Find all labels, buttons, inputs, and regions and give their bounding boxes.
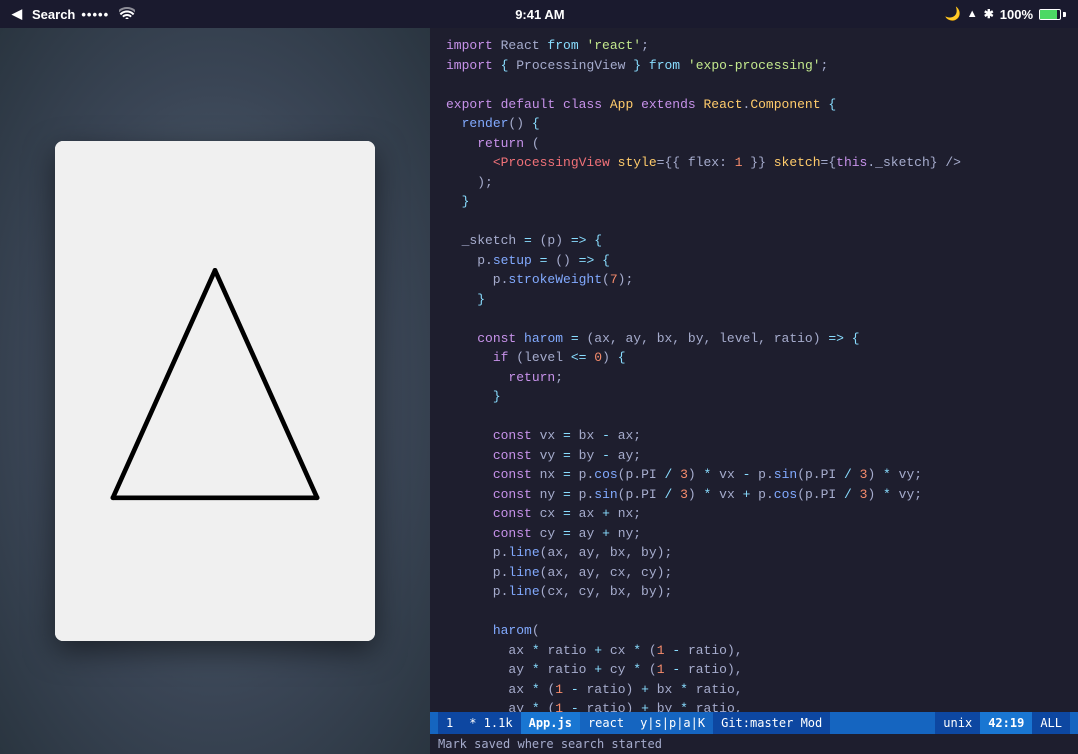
code-line: ay * ratio + cy * (1 - ratio),: [430, 660, 1078, 680]
vim-message: Mark saved where search started: [438, 737, 662, 751]
code-line: ax * (1 - ratio) + bx * ratio,: [430, 680, 1078, 700]
code-line: p.line(ax, ay, bx, by);: [430, 543, 1078, 563]
code-line: [430, 212, 1078, 232]
wifi-icon: [119, 7, 135, 22]
code-line: const ny = p.sin(p.PI / 3) * vx + p.cos(…: [430, 485, 1078, 505]
moon-icon: 🌙: [945, 6, 961, 22]
code-line: const nx = p.cos(p.PI / 3) * vx - p.sin(…: [430, 465, 1078, 485]
code-line: const harom = (ax, ay, bx, by, level, ra…: [430, 329, 1078, 349]
code-line: const vx = bx - ax;: [430, 426, 1078, 446]
vim-file-size: * 1.1k: [461, 712, 520, 734]
code-line: _sketch = (p) => {: [430, 231, 1078, 251]
status-right: 🌙 ▲ ✱ 100%: [945, 6, 1066, 22]
code-line: render() {: [430, 114, 1078, 134]
code-line: const vy = by - ay;: [430, 446, 1078, 466]
back-arrow-icon[interactable]: ◀: [12, 6, 22, 22]
triangle-drawing: [85, 251, 345, 531]
location-icon: ▲: [967, 8, 978, 20]
vim-bottom-bar: Mark saved where search started: [430, 734, 1078, 754]
code-line: p.line(ax, ay, cx, cy);: [430, 563, 1078, 583]
main-content: import React from 'react'; import { Proc…: [0, 28, 1078, 754]
code-line: }: [430, 290, 1078, 310]
status-time: 9:41 AM: [515, 7, 564, 22]
vim-encoding: y|s|p|a|K: [632, 712, 713, 734]
status-line-left: 1 * 1.1k App.js react y|s|p|a|K Git:mast…: [438, 712, 830, 734]
code-line: p.line(cx, cy, bx, by);: [430, 582, 1078, 602]
status-bar: ◀ Search ••••• 9:41 AM 🌙 ▲ ✱ 100%: [0, 0, 1078, 28]
code-line: [430, 75, 1078, 95]
code-line: import { ProcessingView } from 'expo-pro…: [430, 56, 1078, 76]
code-line: ay * (1 - ratio) + by * ratio,: [430, 699, 1078, 712]
bluetooth-icon: ✱: [984, 7, 994, 21]
code-line: }: [430, 192, 1078, 212]
code-line: ax * ratio + cx * (1 - ratio),: [430, 641, 1078, 661]
code-line: p.strokeWeight(7);: [430, 270, 1078, 290]
code-line: const cy = ay + ny;: [430, 524, 1078, 544]
code-line: p.setup = () => {: [430, 251, 1078, 271]
code-line: <ProcessingView style={{ flex: 1 }} sket…: [430, 153, 1078, 173]
code-line: harom(: [430, 621, 1078, 641]
phone-screen: [55, 141, 375, 641]
code-line: if (level <= 0) {: [430, 348, 1078, 368]
code-line: return (: [430, 134, 1078, 154]
status-left: ◀ Search •••••: [12, 6, 135, 22]
search-label: Search: [32, 7, 75, 22]
code-line: const cx = ax + nx;: [430, 504, 1078, 524]
canvas-area: [55, 141, 375, 641]
code-line: return;: [430, 368, 1078, 388]
signal-dots: •••••: [81, 7, 109, 22]
code-line: [430, 407, 1078, 427]
code-line: export default class App extends React.C…: [430, 95, 1078, 115]
status-line-right: unix 42:19 ALL: [935, 712, 1070, 734]
vim-format: unix: [935, 712, 980, 734]
code-line: [430, 602, 1078, 622]
vim-status-line: 1 * 1.1k App.js react y|s|p|a|K Git:mast…: [430, 712, 1078, 734]
battery-percent: 100%: [1000, 7, 1033, 22]
vim-position: 42:19: [980, 712, 1032, 734]
code-line: );: [430, 173, 1078, 193]
vim-line-number: 1: [438, 712, 461, 734]
code-line: }: [430, 387, 1078, 407]
code-editor-panel[interactable]: import React from 'react'; import { Proc…: [430, 28, 1078, 754]
code-line: import React from 'react';: [430, 36, 1078, 56]
code-line: [430, 309, 1078, 329]
vim-scope: ALL: [1032, 712, 1070, 734]
code-area[interactable]: import React from 'react'; import { Proc…: [430, 28, 1078, 712]
vim-filetype: react: [580, 712, 632, 734]
vim-git-status: Git:master Mod: [713, 712, 830, 734]
vim-filename: App.js: [521, 712, 580, 734]
battery-icon: [1039, 7, 1066, 22]
simulator-panel: [0, 28, 430, 754]
